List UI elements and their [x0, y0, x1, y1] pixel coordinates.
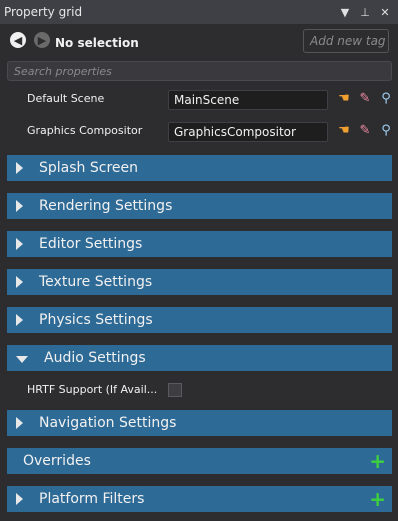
section-label: Navigation Settings — [39, 415, 177, 431]
selection-label: No selection — [55, 36, 139, 50]
expand-arrow-icon — [16, 238, 23, 250]
property-label: Graphics Compositor — [27, 124, 143, 137]
property-label: HRTF Support (If Avail... — [27, 383, 158, 396]
expand-arrow-icon — [16, 417, 23, 429]
section-navigation-settings[interactable]: Navigation Settings — [7, 410, 392, 436]
arrow-right-icon: ▶ — [37, 33, 47, 47]
section-overrides[interactable]: Overrides + — [7, 448, 392, 474]
eraser-icon[interactable]: ✎ — [357, 123, 373, 139]
dropdown-icon[interactable]: ▼ — [338, 6, 352, 19]
section-editor-settings[interactable]: Editor Settings — [7, 231, 392, 257]
default-scene-field[interactable]: MainScene — [168, 90, 328, 110]
section-rendering-settings[interactable]: Rendering Settings — [7, 193, 392, 219]
hand-pick-icon[interactable]: ☚ — [336, 123, 352, 139]
section-label: Physics Settings — [39, 312, 153, 328]
selection-toolbar: ◀ ▶ No selection Add new tag — [0, 28, 398, 58]
add-icon[interactable]: + — [369, 451, 386, 471]
expand-arrow-icon — [16, 493, 23, 505]
property-row-default-scene: Default Scene MainScene ☚ ✎ ⚲ — [0, 88, 398, 116]
expand-arrow-icon — [16, 314, 23, 326]
section-physics-settings[interactable]: Physics Settings — [7, 307, 392, 333]
close-icon[interactable]: ✕ — [378, 6, 392, 19]
section-texture-settings[interactable]: Texture Settings — [7, 269, 392, 295]
section-label: Audio Settings — [44, 350, 146, 366]
section-label: Editor Settings — [39, 236, 143, 252]
expand-arrow-icon — [16, 276, 23, 288]
expand-arrow-icon — [16, 162, 23, 174]
panel-title: Property grid — [4, 5, 83, 19]
eraser-icon[interactable]: ✎ — [357, 91, 373, 107]
forward-button[interactable]: ▶ — [34, 32, 50, 48]
arrow-left-icon: ◀ — [13, 33, 23, 47]
section-splash-screen[interactable]: Splash Screen — [7, 155, 392, 181]
hrtf-support-checkbox[interactable] — [168, 383, 182, 397]
back-button[interactable]: ◀ — [10, 32, 26, 48]
section-label: Texture Settings — [39, 274, 153, 290]
add-tag-input[interactable]: Add new tag — [303, 29, 389, 53]
section-platform-filters[interactable]: Platform Filters + — [7, 486, 392, 512]
section-label: Rendering Settings — [39, 198, 173, 214]
collapse-arrow-icon — [16, 355, 28, 363]
panel-titlebar: Property grid ▼ ⊥ ✕ — [0, 0, 398, 24]
panel-controls: ▼ ⊥ ✕ — [338, 6, 398, 19]
property-row-graphics-compositor: Graphics Compositor GraphicsCompositor ☚… — [0, 120, 398, 148]
section-audio-settings[interactable]: Audio Settings — [7, 345, 392, 371]
property-row-hrtf-support: HRTF Support (If Avail... — [0, 377, 398, 401]
search-properties-input[interactable]: Search properties — [7, 61, 392, 81]
expand-arrow-icon — [16, 200, 23, 212]
section-label: Splash Screen — [39, 160, 138, 176]
hand-pick-icon[interactable]: ☚ — [336, 91, 352, 107]
graphics-compositor-field[interactable]: GraphicsCompositor — [168, 122, 328, 142]
add-icon[interactable]: + — [369, 489, 386, 509]
pin-icon[interactable]: ⊥ — [358, 6, 372, 19]
locate-icon[interactable]: ⚲ — [378, 123, 394, 139]
section-label: Platform Filters — [39, 491, 145, 507]
section-label: Overrides — [23, 453, 91, 469]
property-label: Default Scene — [27, 92, 105, 105]
locate-icon[interactable]: ⚲ — [378, 91, 394, 107]
